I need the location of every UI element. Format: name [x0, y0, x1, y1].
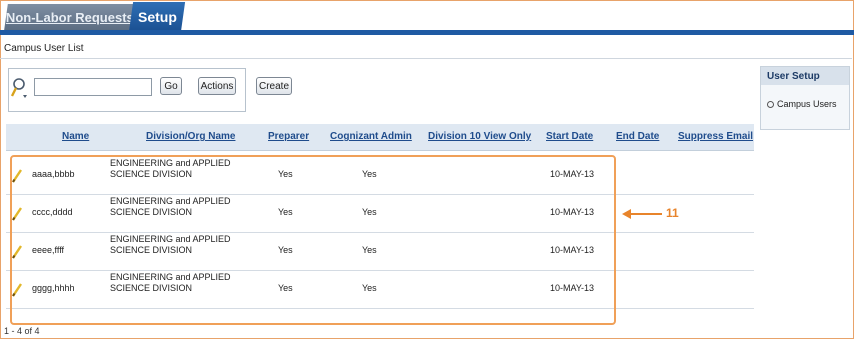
tab-setup[interactable]: Setup	[128, 2, 186, 32]
tab-label: Setup	[137, 9, 177, 25]
tab-bar: Non-Labor Requests Setup	[0, 0, 854, 35]
page-title: Campus User List	[4, 43, 84, 54]
search-icon[interactable]	[10, 76, 30, 100]
column-header-end-date[interactable]: End Date	[616, 131, 659, 142]
side-link-label: Campus Users	[777, 99, 837, 109]
table-header-row: Name Division/Org Name Preparer Cognizan…	[6, 124, 754, 151]
search-input[interactable]	[34, 78, 152, 96]
side-panel-title: User Setup	[761, 67, 849, 85]
divider	[0, 58, 852, 59]
column-header-preparer[interactable]: Preparer	[268, 131, 309, 142]
actions-button[interactable]: Actions	[198, 77, 236, 95]
tab-non-labor-requests[interactable]: Non-Labor Requests	[4, 4, 136, 30]
highlight-box	[10, 155, 616, 325]
column-header-name[interactable]: Name	[62, 131, 89, 142]
column-header-division[interactable]: Division/Org Name	[146, 131, 235, 142]
tab-label: Non-Labor Requests	[6, 9, 134, 25]
side-link-campus-users[interactable]: Campus Users	[767, 99, 837, 109]
user-setup-panel: User Setup Campus Users	[760, 66, 850, 130]
column-header-cognizant-admin[interactable]: Cognizant Admin	[330, 131, 412, 142]
callout-arrow-icon	[622, 209, 662, 219]
column-header-division-view-only[interactable]: Division 10 View Only	[428, 131, 531, 142]
tab-underline-bar	[0, 30, 854, 35]
column-header-start-date[interactable]: Start Date	[546, 131, 593, 142]
callout-number: 11	[666, 206, 679, 220]
go-button[interactable]: Go	[160, 77, 182, 95]
column-header-suppress-email[interactable]: Suppress Email	[678, 131, 753, 142]
create-button[interactable]: Create	[256, 77, 292, 95]
pagination-label: 1 - 4 of 4	[4, 326, 40, 336]
bullet-icon	[767, 100, 774, 108]
